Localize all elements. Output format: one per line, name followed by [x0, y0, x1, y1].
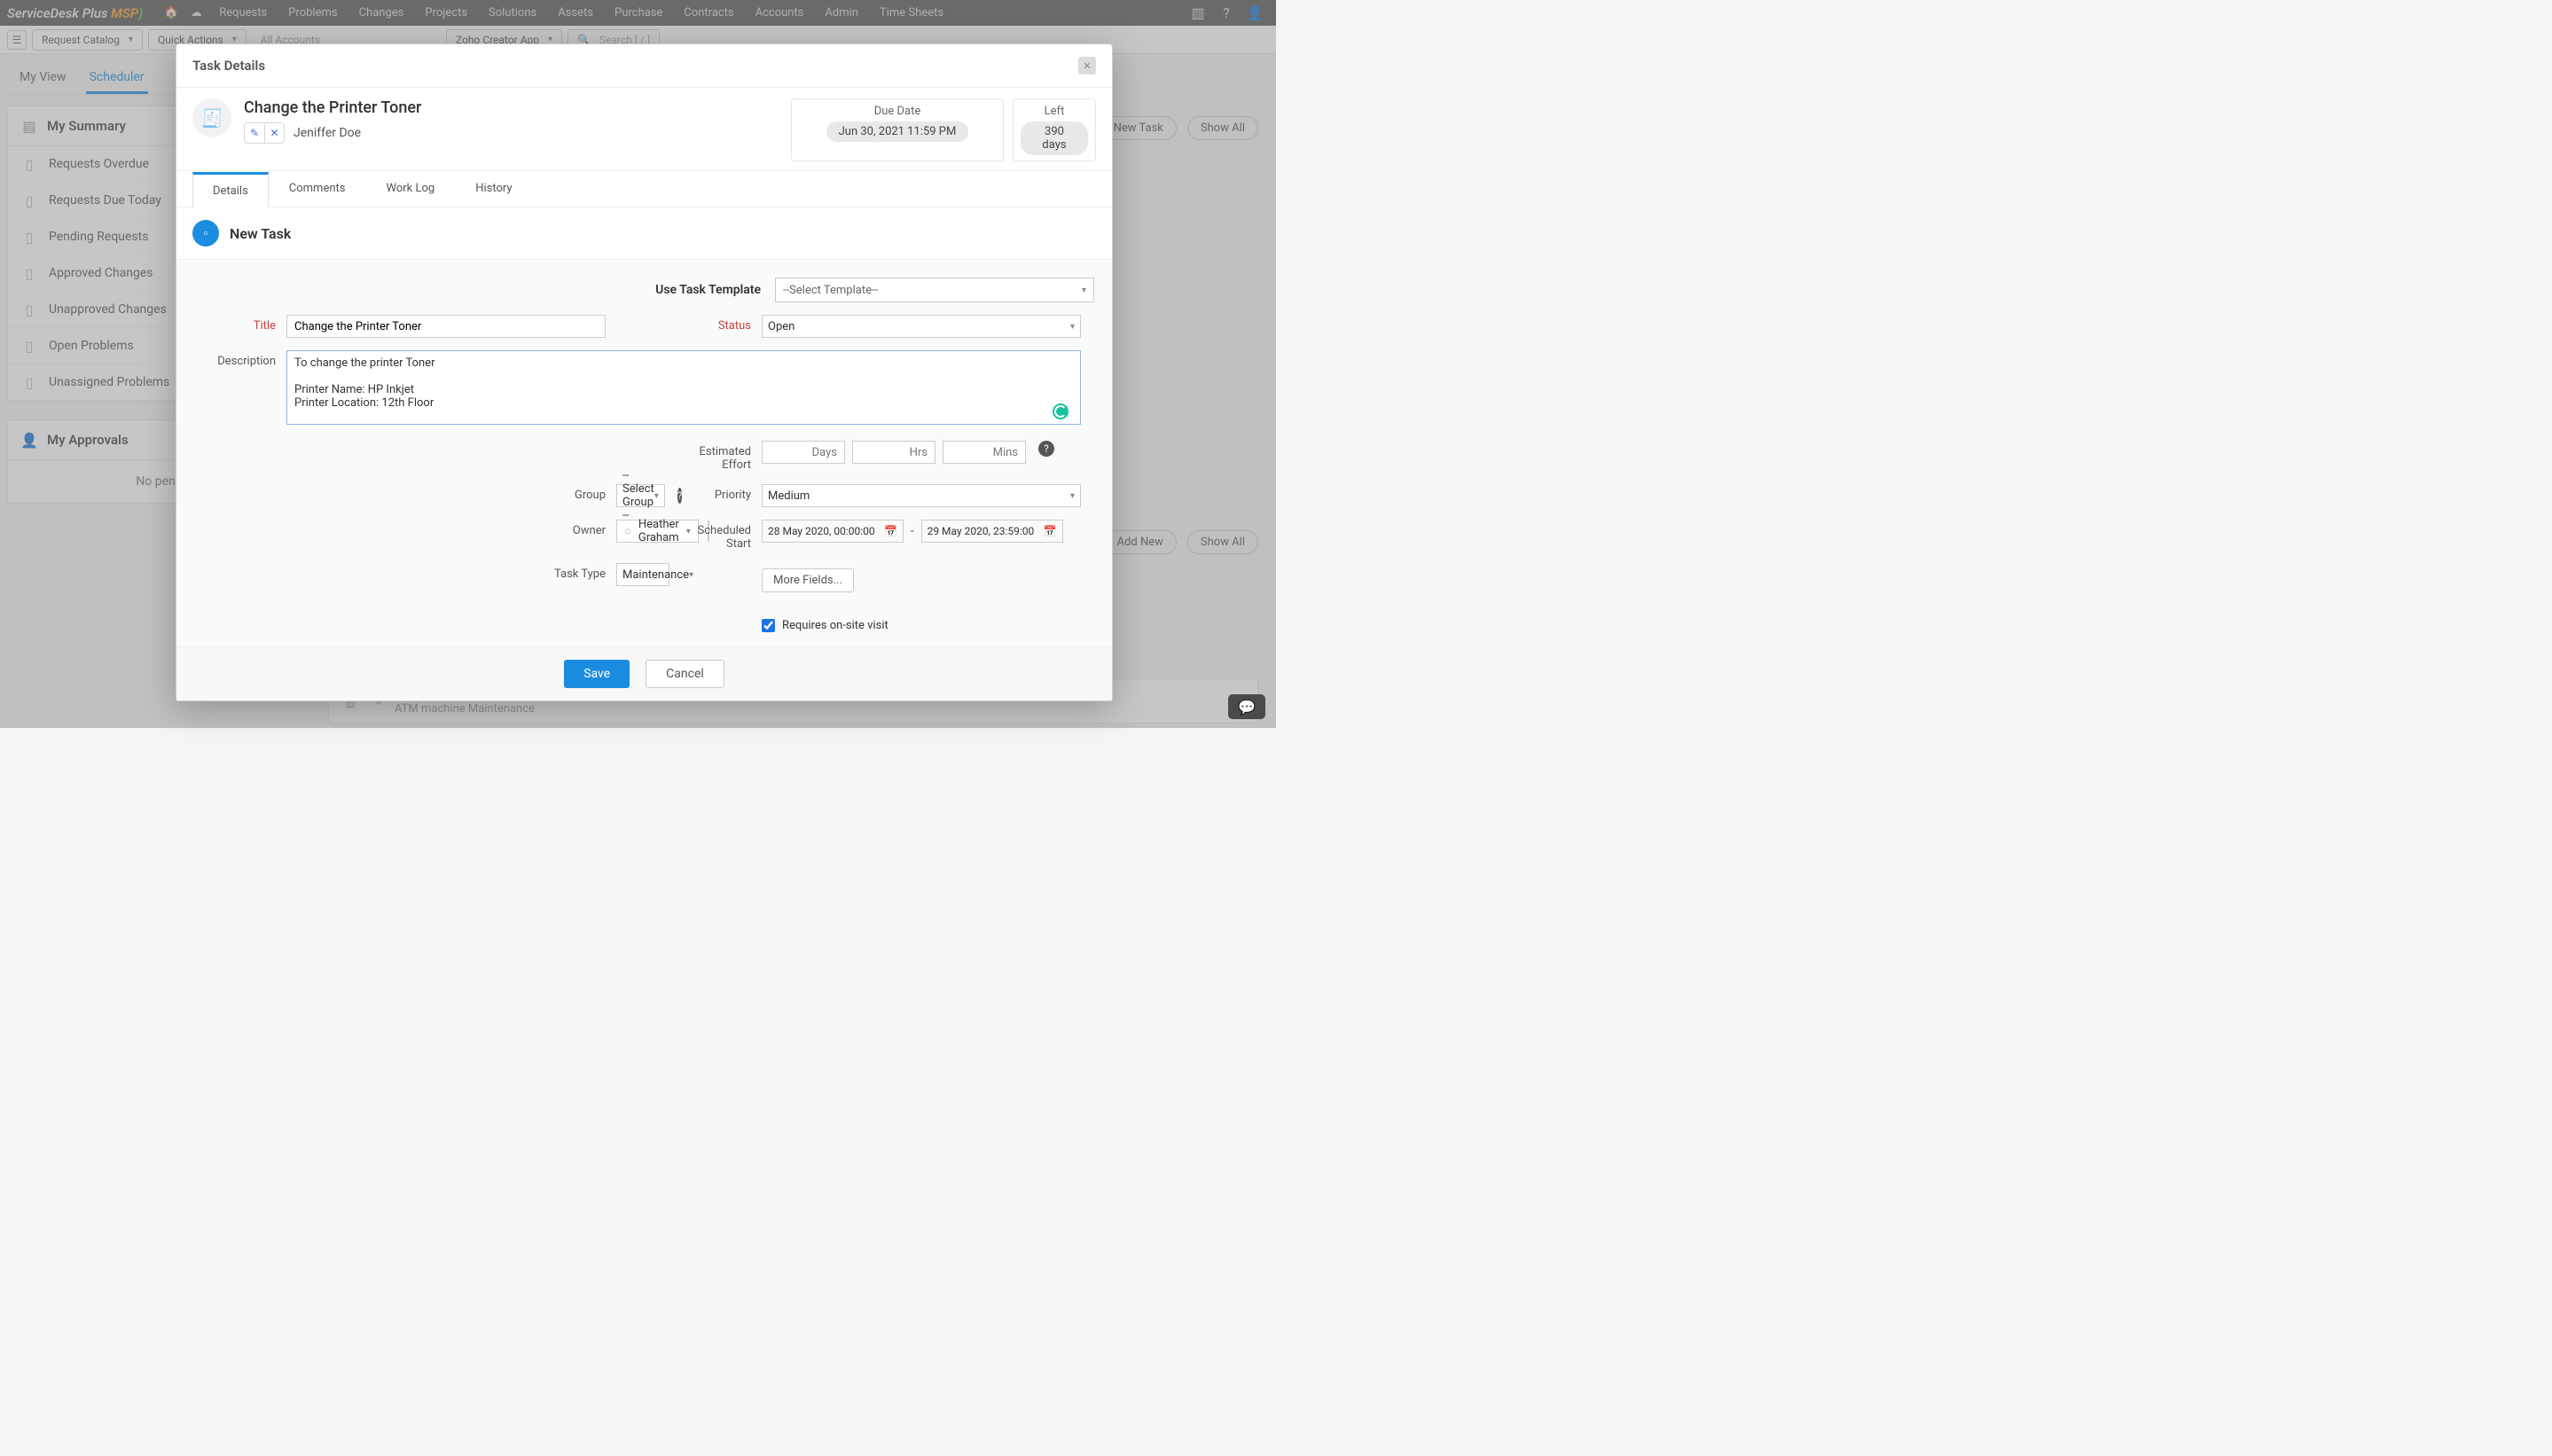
section-title: New Task [230, 225, 291, 242]
task-owner-name: Jeniffer Doe [294, 126, 361, 140]
onsite-checkbox[interactable] [762, 619, 775, 632]
label-description: Description [200, 350, 276, 368]
grammarly-icon [1053, 403, 1069, 419]
label-tasktype: Task Type [286, 563, 606, 581]
label-owner: Owner [286, 520, 606, 537]
group-select[interactable]: -- Select Group --▾ [616, 484, 665, 507]
calendar-icon: 📅 [1044, 525, 1057, 537]
save-button[interactable]: Save [564, 660, 630, 688]
due-date-value: Jun 30, 2021 11:59 PM [826, 121, 969, 142]
chat-fab-icon[interactable]: 💬 [1228, 694, 1265, 719]
more-fields-button[interactable]: More Fields... [762, 568, 854, 592]
label-effort: Estimated Effort [680, 441, 751, 472]
task-type-icon: 🧾 [192, 98, 231, 137]
description-textarea[interactable] [286, 350, 1081, 425]
effort-days-input[interactable] [762, 441, 845, 464]
subtab-details[interactable]: Details [192, 172, 269, 207]
task-details-modal: Task Details ✕ 🧾 Change the Printer Tone… [176, 43, 1113, 701]
effort-hrs-input[interactable] [852, 441, 935, 464]
edit-task-icon[interactable]: ✎ [245, 123, 264, 143]
modal-subtabs: Details Comments Work Log History [176, 171, 1112, 207]
label-scheduled-start: Scheduled Start [680, 520, 751, 551]
label-title: Title [200, 315, 276, 333]
effort-mins-input[interactable] [943, 441, 1026, 464]
effort-help-icon[interactable]: ? [1038, 441, 1054, 457]
tasktype-select[interactable]: Maintenance▾ [616, 563, 669, 586]
delete-task-icon[interactable]: ✕ [264, 123, 284, 143]
priority-select[interactable]: Medium▾ [762, 484, 1081, 507]
newtask-icon: ▫ [192, 220, 219, 247]
task-title-text: Change the Printer Toner [244, 98, 779, 117]
time-left-label: Left [1021, 105, 1088, 118]
template-label: Use Task Template [655, 283, 761, 297]
calendar-icon: 📅 [884, 525, 897, 537]
status-select[interactable]: Open▾ [762, 315, 1081, 338]
time-left-value: 390 days [1021, 121, 1088, 155]
template-select[interactable]: --Select Template--▾ [775, 278, 1094, 302]
due-date-box: Due Date Jun 30, 2021 11:59 PM [791, 98, 1004, 161]
start-date-input[interactable]: 28 May 2020, 00:00:00📅 [762, 520, 904, 543]
end-date-input[interactable]: 29 May 2020, 23:59:00📅 [921, 520, 1063, 543]
subtab-comments[interactable]: Comments [269, 171, 366, 207]
time-left-box: Left 390 days [1013, 98, 1096, 161]
label-status: Status [680, 315, 751, 333]
subtab-history[interactable]: History [455, 171, 532, 207]
subtab-worklog[interactable]: Work Log [366, 171, 456, 207]
date-range-separator: - [911, 525, 914, 538]
label-group: Group [286, 484, 606, 502]
close-icon[interactable]: ✕ [1078, 57, 1096, 74]
onsite-label: Requires on-site visit [782, 619, 889, 632]
due-date-label: Due Date [799, 105, 996, 118]
modal-title: Task Details [192, 58, 265, 74]
label-priority: Priority [680, 484, 751, 502]
title-input[interactable] [286, 315, 606, 338]
cancel-button[interactable]: Cancel [646, 660, 724, 688]
